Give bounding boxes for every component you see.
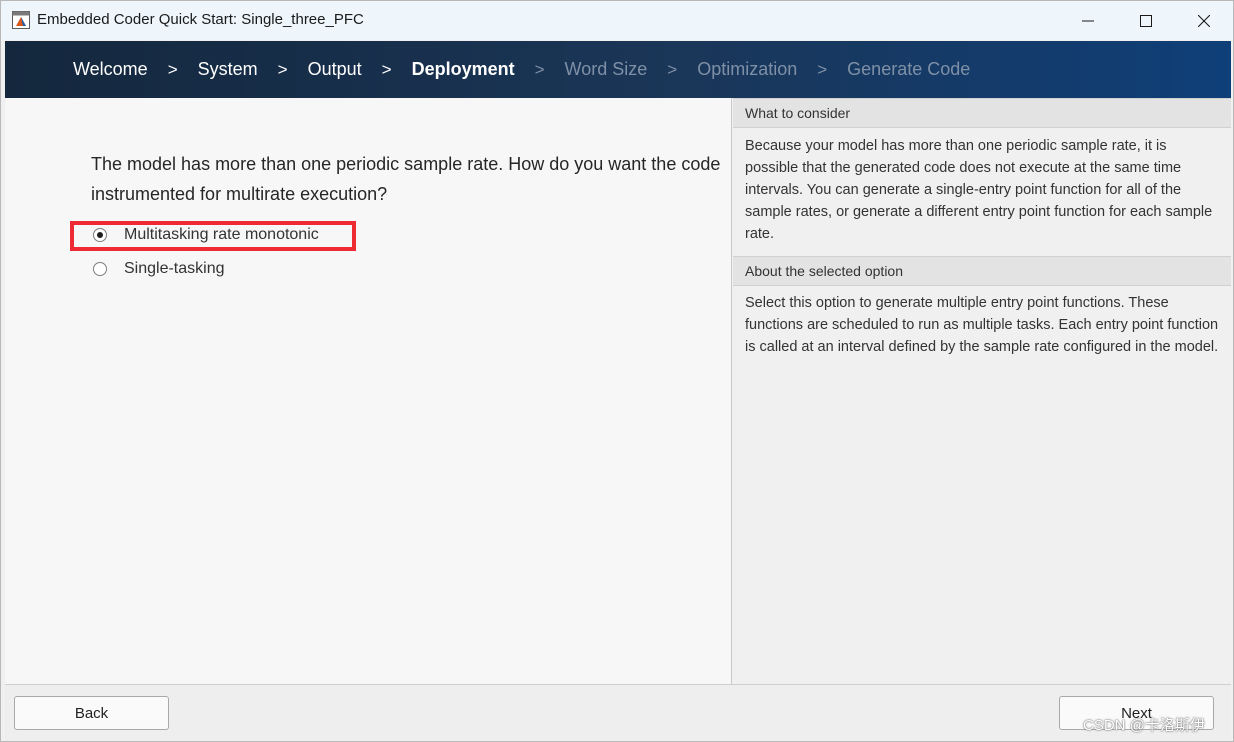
matlab-app-icon [12,11,30,29]
step-separator: > [277,59,288,79]
watermark-text: CSDN @卡洛斯伊 [1083,717,1205,734]
back-button[interactable]: Back [14,696,169,730]
step-separator: > [817,59,828,79]
title-bar: Embedded Coder Quick Start: Single_three… [1,1,1233,40]
step-system[interactable]: System [198,59,258,80]
info-pane: What to consider Because your model has … [733,98,1231,684]
step-word-size: Word Size [564,59,648,79]
step-separator: > [534,59,545,79]
close-icon [1198,14,1210,27]
window-title: Embedded Coder Quick Start: Single_three… [37,11,364,28]
step-generate-code: Generate Code [847,59,971,79]
button-bar: Back Next [5,684,1231,741]
step-banner: Welcome > System > Output > Deployment >… [5,41,1231,98]
close-button[interactable] [1175,1,1233,40]
step-breadcrumb: Welcome > System > Output > Deployment >… [73,41,970,98]
maximize-icon [1140,14,1152,27]
about-option-text: Select this option to generate multiple … [745,295,1219,355]
step-separator: > [167,59,178,79]
question-pane: The model has more than one periodic sam… [5,98,732,684]
step-deployment[interactable]: Deployment [412,59,515,80]
step-separator: > [381,59,392,79]
annotation-highlight-box [70,221,356,251]
option-label: Single-tasking [124,260,225,277]
minimize-button[interactable] [1059,1,1117,40]
minimize-icon [1082,20,1094,21]
step-separator: > [667,59,678,79]
question-text: The model has more than one periodic sam… [91,154,721,204]
what-to-consider-text: Because your model has more than one per… [745,138,1213,242]
quick-start-window: Embedded Coder Quick Start: Single_three… [0,0,1234,742]
what-to-consider-header: What to consider [733,98,1231,128]
step-optimization: Optimization [697,59,798,79]
radio-button-unchecked[interactable] [93,262,107,276]
option-single-tasking[interactable]: Single-tasking [93,259,225,279]
step-output[interactable]: Output [308,59,362,80]
step-welcome[interactable]: Welcome [73,59,148,80]
about-option-header: About the selected option [733,256,1231,286]
maximize-button[interactable] [1117,1,1175,40]
